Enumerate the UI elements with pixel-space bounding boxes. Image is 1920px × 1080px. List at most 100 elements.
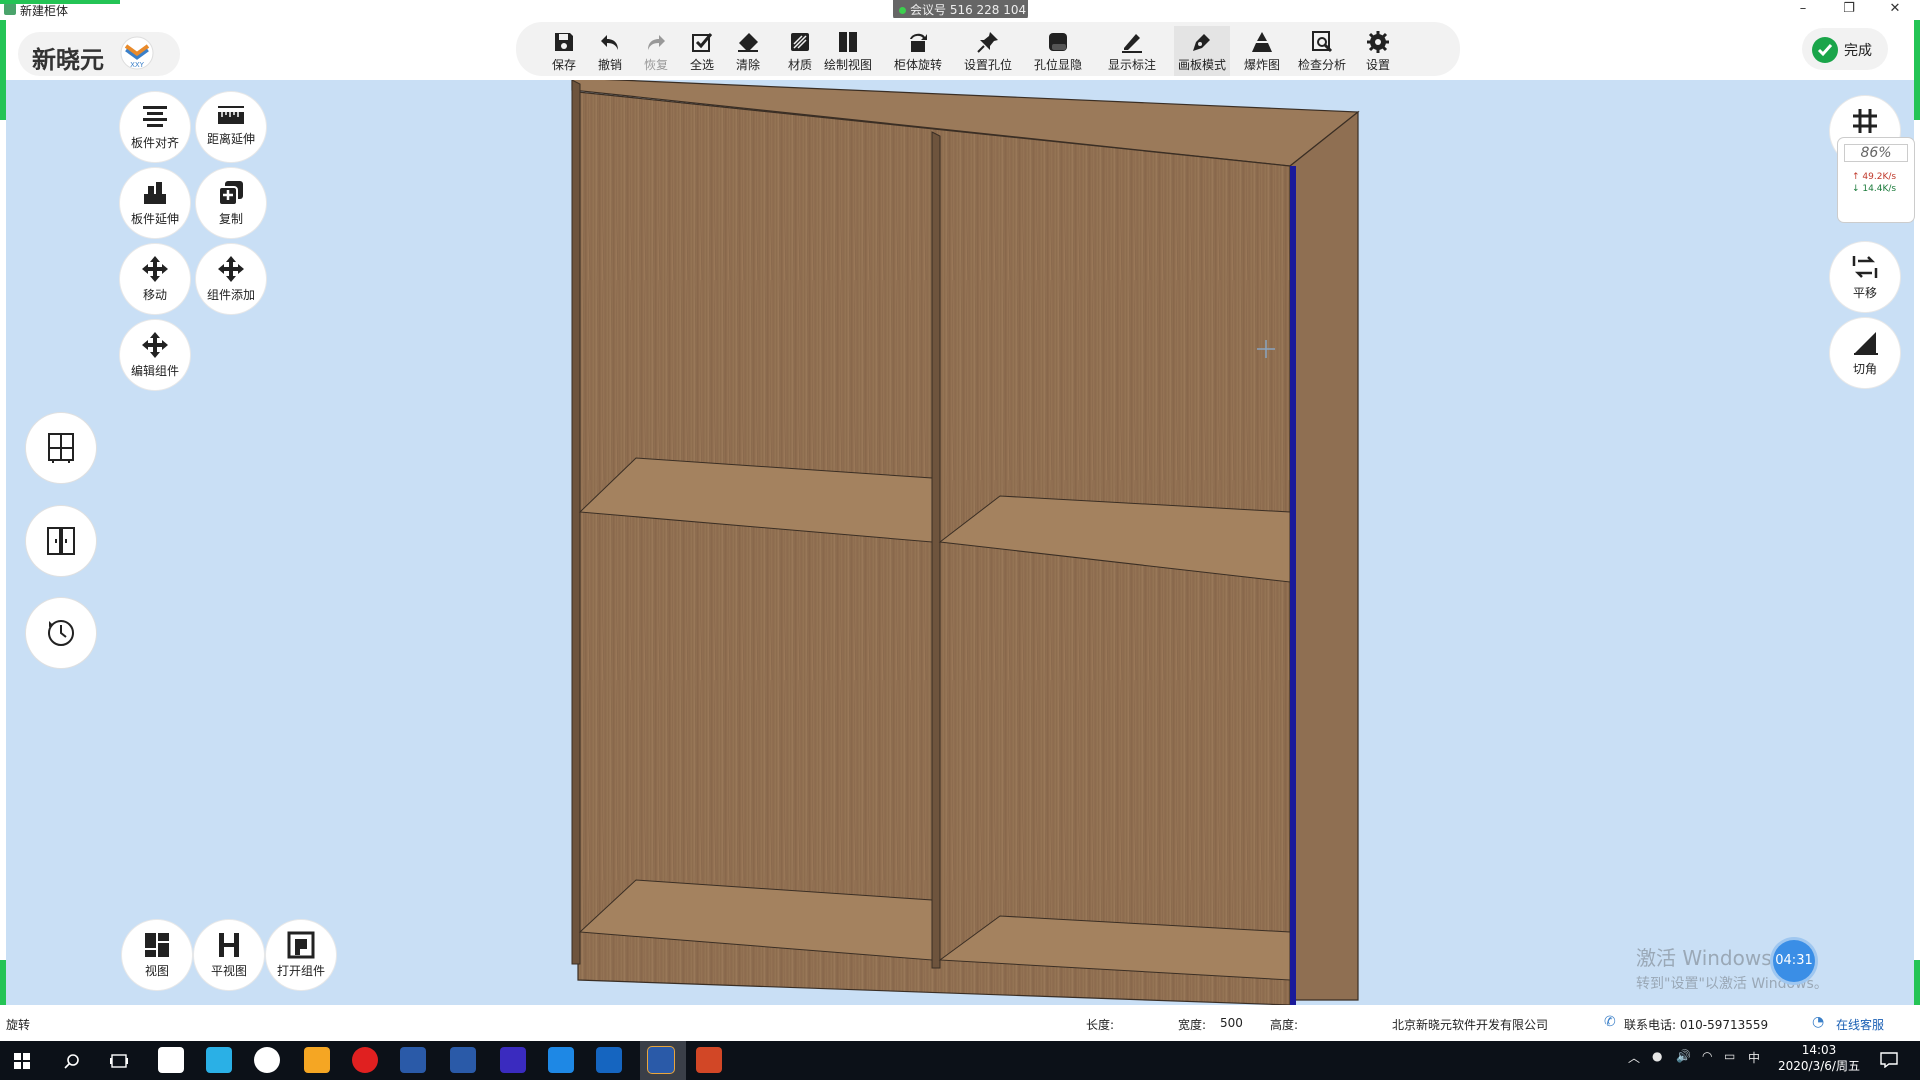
redo-icon — [648, 35, 665, 50]
tray-app-icon[interactable]: ● — [1652, 1049, 1662, 1063]
pan-label: 平移 — [1852, 286, 1877, 300]
inspect-button[interactable]: 检查分析 — [1294, 26, 1350, 76]
width-label: 宽度: — [1178, 1018, 1207, 1032]
main-toolbar: 保存 撤销 恢复 全选 清除 材质 绘制视图 柜体旋转 设置孔位 孔位显隐 显示… — [516, 22, 1460, 76]
view-button[interactable]: 视图 — [122, 920, 192, 990]
app-xxy-active-icon[interactable] — [648, 1047, 674, 1073]
search-icon[interactable] — [64, 1053, 80, 1069]
set-holes-label: 设置孔位 — [963, 58, 1012, 72]
board-align-button[interactable]: 板件对齐 — [120, 92, 190, 162]
board-mode-label: 画板模式 — [1177, 58, 1226, 72]
select-all-icon — [692, 33, 713, 52]
distance-extend-button[interactable]: 距离延伸 — [196, 92, 266, 162]
flat-view-button[interactable]: 平视图 — [194, 920, 264, 990]
edit-component-button[interactable]: 编辑组件 — [120, 320, 190, 390]
move-icon — [142, 332, 168, 358]
draw-view-label: 绘制视图 — [823, 58, 872, 72]
status-mode: 旋转 — [6, 1018, 31, 1032]
meeting-badge[interactable]: 会议号 516 228 104 — [893, 0, 1028, 20]
app-video-icon[interactable] — [206, 1047, 232, 1073]
door-library-button[interactable] — [26, 506, 96, 576]
move-button[interactable]: 移动 — [120, 244, 190, 314]
hole-visibility-label: 孔位显隐 — [1033, 58, 1082, 72]
ime-indicator[interactable]: 中 — [1748, 1049, 1760, 1066]
phone-label: 联系电话: 010-59713559 — [1624, 1018, 1769, 1032]
hole-visibility-button[interactable]: 孔位显隐 — [1030, 26, 1086, 76]
chamfer-button[interactable]: 切角 — [1830, 318, 1900, 388]
open-component-button[interactable]: 打开组件 — [266, 920, 336, 990]
chat-icon: ◔ — [1812, 1014, 1825, 1030]
brand: 新晓元 XXY — [18, 32, 180, 76]
battery-icon[interactable]: ▭ — [1724, 1049, 1735, 1063]
recording-timer[interactable]: 04:31 — [1773, 940, 1815, 982]
distance-extend-label: 距离延伸 — [206, 132, 255, 146]
company-name: 北京新晓元软件开发有限公司 — [1392, 1018, 1549, 1032]
app-orange-icon[interactable] — [304, 1047, 330, 1073]
add-component-label: 组件添加 — [206, 288, 255, 302]
volume-icon[interactable]: 🔊 — [1676, 1049, 1691, 1063]
board-extend-button[interactable]: 板件延伸 — [120, 168, 190, 238]
tray-chevron-icon[interactable]: ︿ — [1628, 1049, 1640, 1066]
cabinet-rotate-button[interactable]: 柜体旋转 — [890, 26, 946, 76]
close-button[interactable]: ✕ — [1880, 1, 1910, 17]
settings-button[interactable]: 设置 — [1350, 26, 1406, 76]
minimize-button[interactable]: – — [1788, 1, 1818, 17]
cabinet-icon — [48, 433, 74, 463]
pan-icon — [1852, 256, 1878, 278]
left-side-panel — [571, 80, 581, 965]
add-component-button[interactable]: 组件添加 — [196, 244, 266, 314]
clock[interactable]: 14:03 2020/3/6/周五 — [1774, 1043, 1864, 1074]
board-extend-label: 板件延伸 — [130, 212, 179, 226]
network-icon[interactable]: ◠ — [1702, 1049, 1712, 1063]
history-button[interactable] — [26, 598, 96, 668]
meeting-indicator-bar — [0, 0, 120, 4]
board-mode-button[interactable]: 画板模式 — [1174, 26, 1230, 76]
maximize-button[interactable]: ❐ — [1834, 1, 1864, 17]
app-netease-icon[interactable] — [352, 1047, 378, 1073]
done-button[interactable]: 完成 — [1802, 28, 1888, 70]
cabinet-model[interactable] — [6, 80, 1914, 1005]
pan-button[interactable]: 平移 — [1830, 242, 1900, 312]
set-holes-button[interactable]: 设置孔位 — [960, 26, 1016, 76]
task-view-icon[interactable] — [110, 1053, 128, 1069]
flat-view-label: 平视图 — [210, 964, 247, 978]
move-icon — [142, 256, 168, 282]
svg-text:XXY: XXY — [130, 61, 145, 69]
inspect-icon — [1312, 31, 1333, 53]
app-jd-icon[interactable] — [500, 1047, 526, 1073]
draw-view-button[interactable]: 绘制视图 — [820, 26, 876, 76]
app-vc-icon[interactable] — [158, 1047, 184, 1073]
download-speed-value: 14.4K/s — [1862, 184, 1897, 194]
app-a-icon[interactable] — [548, 1047, 574, 1073]
explode-view-button[interactable]: 爆炸图 — [1234, 26, 1290, 76]
brand-name: 新晓元 — [32, 46, 104, 74]
app-overwatch-icon[interactable] — [254, 1047, 280, 1073]
notification-icon[interactable] — [1880, 1052, 1898, 1068]
online-service-link[interactable]: 在线客服 — [1836, 1016, 1884, 1033]
window-title: 新建柜体 — [20, 4, 69, 18]
pin-icon — [977, 32, 998, 53]
app-icon — [4, 3, 16, 15]
status-bar: 旋转 长度: 宽度: 500 高度: 北京新晓元软件开发有限公司 ✆ 联系电话:… — [0, 1005, 1920, 1041]
move-label: 移动 — [142, 288, 167, 302]
app-ppt-icon[interactable] — [696, 1047, 722, 1073]
move-icon — [218, 256, 244, 282]
app-xxy2-icon[interactable] — [450, 1047, 476, 1073]
eraser-icon — [738, 33, 758, 52]
clear-label: 清除 — [735, 58, 760, 72]
explode-view-label: 爆炸图 — [1243, 58, 1280, 72]
undo-icon — [601, 35, 618, 50]
material-icon — [791, 33, 809, 51]
clear-button[interactable]: 清除 — [720, 26, 776, 76]
save-icon — [555, 33, 573, 51]
copy-button[interactable]: 复制 — [196, 168, 266, 238]
windows-start-icon[interactable] — [14, 1053, 30, 1069]
windows-taskbar: ︿ ● 🔊 ◠ ▭ 中 14:03 2020/3/6/周五 — [0, 1041, 1920, 1080]
app-cloud-icon[interactable] — [596, 1047, 622, 1073]
download-speed: ↓ 14.4K/s — [1852, 184, 1897, 194]
selected-edge — [1290, 166, 1296, 1005]
app-xxy1-icon[interactable] — [400, 1047, 426, 1073]
cabinet-library-button[interactable] — [26, 413, 96, 483]
3d-viewport[interactable]: 板件对齐 距离延伸 板件延伸 复制 移动 组件添加 编辑组件 视图 平视图 打开… — [6, 80, 1914, 1005]
show-annotation-button[interactable]: 显示标注 — [1104, 26, 1160, 76]
